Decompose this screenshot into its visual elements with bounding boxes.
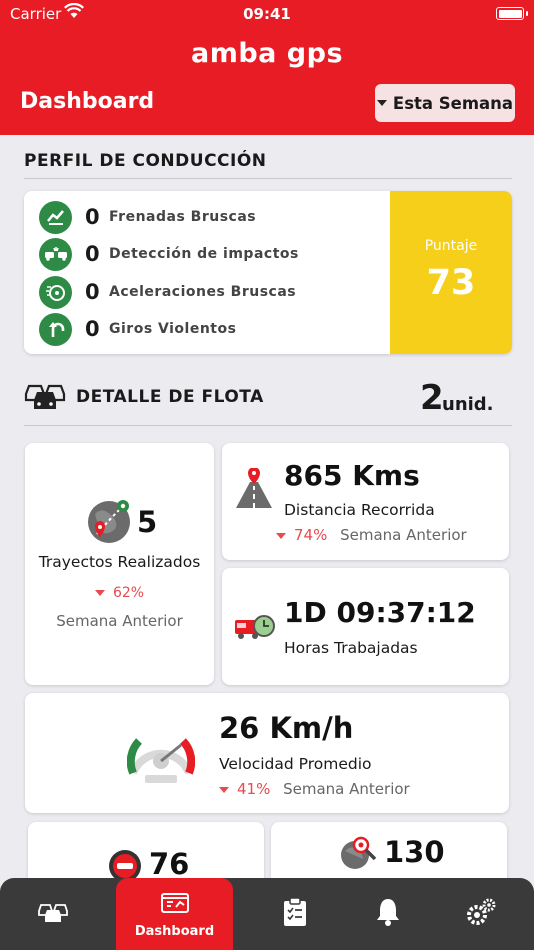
globe-search-icon	[339, 835, 379, 875]
tab-settings[interactable]	[448, 878, 514, 950]
truck-clock-icon	[234, 612, 276, 646]
speedometer-icon	[126, 721, 196, 789]
fleet-section-title: DETALLE DE FLOTA	[76, 387, 264, 407]
impacts-count: 0	[85, 242, 100, 266]
speed-card[interactable]: 26 Km/h Velocidad Promedio 41% Semana An…	[25, 693, 509, 813]
fleet-count: 2	[420, 378, 444, 418]
trips-change: 62%	[25, 585, 214, 601]
page-title: Dashboard	[20, 89, 155, 114]
caret-down-icon	[376, 100, 387, 106]
distance-value: 865 Kms	[284, 459, 420, 492]
speed-compare-label: Semana Anterior	[283, 780, 410, 798]
decrease-arrow-icon	[94, 590, 105, 596]
brakes-count: 0	[85, 205, 100, 229]
acceleration-count: 0	[85, 280, 100, 304]
turns-count: 0	[85, 317, 100, 341]
clipboard-checklist-icon	[282, 897, 308, 931]
speed-value: 26 Km/h	[219, 711, 354, 745]
turn-icon	[39, 312, 72, 346]
distance-change-value: 74%	[294, 526, 328, 544]
score-box: Puntaje 73	[390, 191, 512, 354]
trips-compare-label: Semana Anterior	[56, 612, 183, 630]
divider	[24, 425, 512, 426]
period-dropdown[interactable]: Esta Semana	[375, 84, 515, 122]
hours-label: Horas Trabajadas	[284, 639, 418, 657]
tab-notifications[interactable]	[355, 878, 421, 950]
brake-icon	[39, 200, 72, 234]
speed-change: 41% Semana Anterior	[219, 780, 410, 798]
bell-icon	[375, 897, 401, 931]
fleet-cars-icon	[22, 380, 68, 416]
period-label: Esta Semana	[392, 93, 514, 113]
speed-change-value: 41%	[237, 780, 271, 798]
clock: 09:41	[243, 5, 291, 23]
speed-label: Velocidad Promedio	[219, 755, 372, 773]
profile-row-acceleration: 0 Aceleraciones Bruscas	[39, 275, 296, 309]
driving-profile-card: 0 Frenadas Bruscas 0 Detección de impact…	[24, 191, 512, 354]
amba-gps-logo: amba gps	[190, 38, 344, 69]
tab-dashboard[interactable]: Dashboard	[116, 878, 233, 950]
trips-label: Trayectos Realizados	[38, 553, 201, 571]
decrease-arrow-icon	[219, 786, 229, 793]
tab-bar	[0, 878, 534, 950]
stops-value: 76	[149, 847, 190, 881]
status-bar: Carrier 09:41	[0, 0, 534, 30]
globe-route-icon	[85, 498, 133, 550]
places-value: 130	[384, 835, 445, 869]
brakes-label: Frenadas Bruscas	[109, 209, 257, 225]
distance-label: Distancia Recorrida	[284, 501, 435, 519]
divider	[24, 178, 512, 179]
app-header: Carrier 09:41 amba gps Dashboard Esta Se…	[0, 0, 534, 135]
trips-count: 5	[137, 505, 158, 539]
battery-tip	[526, 11, 528, 16]
profile-row-impacts: 0 Detección de impactos	[39, 237, 299, 271]
score-label: Puntaje	[424, 238, 478, 254]
road-icon	[234, 467, 274, 514]
acceleration-label: Aceleraciones Bruscas	[109, 284, 297, 300]
tab-dashboard-label: Dashboard	[134, 923, 215, 939]
battery-icon	[496, 7, 524, 20]
profile-row-brakes: 0 Frenadas Bruscas	[39, 200, 256, 234]
trips-change-value: 62%	[112, 585, 145, 601]
distance-card[interactable]: 865 Kms Distancia Recorrida 74% Semana A…	[222, 443, 509, 560]
impact-icon	[39, 237, 72, 271]
dashboard-icon	[160, 890, 190, 920]
fleet-unit: unid.	[442, 394, 494, 415]
decrease-arrow-icon	[276, 532, 286, 539]
fleet-cars-icon	[37, 901, 69, 927]
tab-fleet[interactable]	[20, 878, 86, 950]
distance-compare-label: Semana Anterior	[340, 526, 467, 544]
distance-change: 74% Semana Anterior	[276, 526, 467, 544]
profile-row-turns: 0 Giros Violentos	[39, 312, 236, 346]
impacts-label: Detección de impactos	[109, 246, 299, 262]
tab-reports[interactable]	[262, 878, 328, 950]
score-value: 73	[426, 263, 476, 303]
hours-value: 1D 09:37:12	[284, 596, 476, 629]
acceleration-icon	[39, 275, 72, 309]
gears-icon	[465, 897, 497, 931]
hours-card[interactable]: 1D 09:37:12 Horas Trabajadas	[222, 568, 509, 685]
profile-section-title: PERFIL DE CONDUCCIÓN	[24, 151, 267, 171]
turns-label: Giros Violentos	[109, 321, 237, 337]
trips-card[interactable]: 5 Trayectos Realizados 62% Semana Anteri…	[25, 443, 214, 685]
